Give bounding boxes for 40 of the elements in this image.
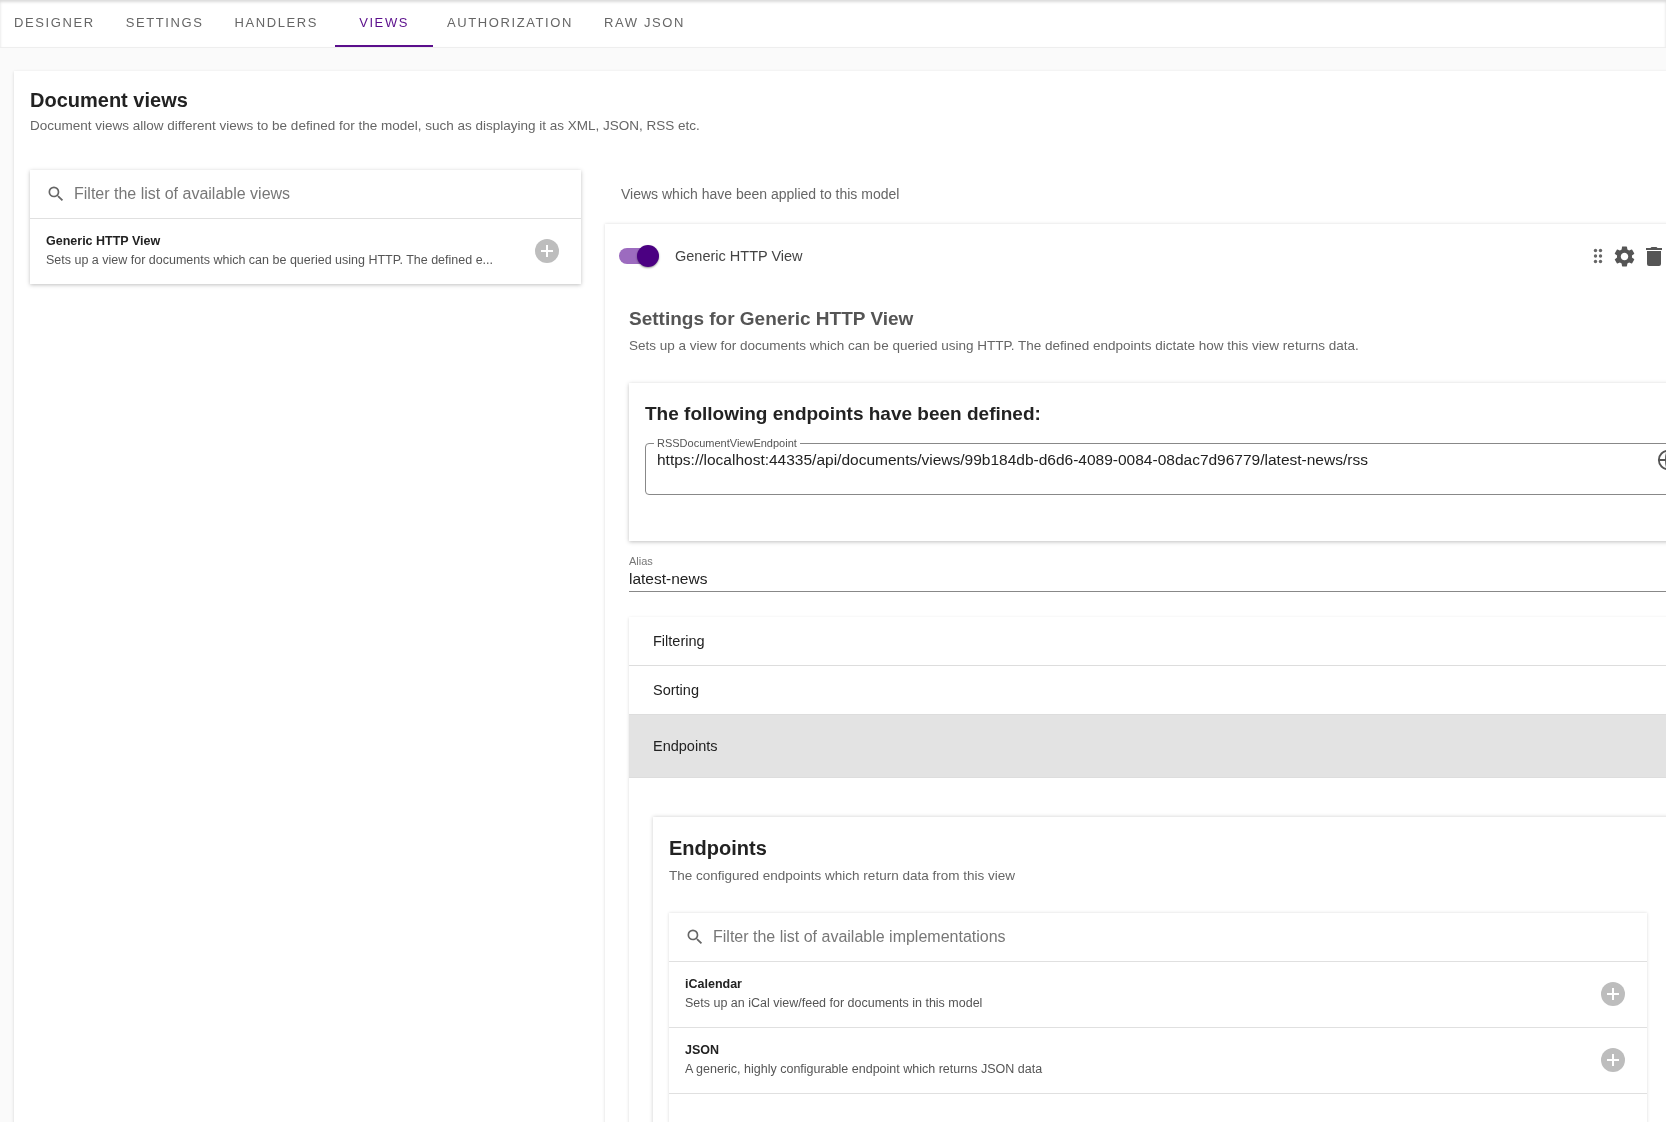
expansion-panel-header[interactable]: Endpoints <box>629 715 1666 778</box>
field-label: Alias <box>629 555 654 567</box>
search-field[interactable]: Filter the list of available views <box>30 170 581 219</box>
endpoint-url-field[interactable]: RSSDocumentViewEndpoint https://localhost:44335/api/documents/views/99b184db-d6d6-4089-0084-08dac7d96779/latest-news/rss <box>645 437 1666 495</box>
list-item[interactable]: iCalendar Sets up an iCal view/feed for documents in this model <box>669 962 1647 1028</box>
item-title: Generic HTTP View <box>46 234 162 248</box>
applied-heading: Views which have been applied to this model <box>620 185 901 204</box>
search-icon <box>46 184 66 204</box>
item-description: Sets up a view for documents which can be queried using HTTP. The defined e... <box>46 253 494 267</box>
tab[interactable]: SETTINGS <box>111 0 221 47</box>
card-title: Endpoints <box>669 837 768 860</box>
list-item[interactable]: JSON A generic, highly configurable endpoint which returns JSON data <box>669 1028 1647 1094</box>
search-field[interactable]: Filter the list of available implementations <box>669 913 1647 962</box>
tab[interactable]: HANDLERS <box>220 0 336 47</box>
settings-title: Settings for Generic HTTP View <box>629 308 915 330</box>
item-title: iCalendar <box>685 977 743 991</box>
tab[interactable]: AUTHORIZATION <box>433 0 591 47</box>
search-icon <box>685 927 705 947</box>
item-description: Sets up an iCal view/feed for documents in this model <box>685 996 984 1010</box>
tab[interactable]: VIEWS <box>335 0 434 47</box>
tab[interactable]: RAW JSON <box>590 0 702 47</box>
alias-field[interactable]: Alias latest-news <box>629 555 1666 592</box>
page-description: Document views allow different views to be defined for the model, such as displaying it as XML, JSON, RSS etc. <box>30 118 701 133</box>
field-value: https://localhost:44335/api/documents/views/99b184db-d6d6-4089-0084-08dac7d96779/latest-news/rss <box>657 451 1369 469</box>
list-item[interactable]: Generic HTTP View Sets up a view for documents which can be queried using HTTP. The defined e... <box>30 219 581 284</box>
page-title: Document views <box>30 89 189 112</box>
settings-description: Sets up a view for documents which can be queried using HTTP. The defined endpoints dictate how this view returns data. <box>629 338 1360 353</box>
field-value: latest-news <box>629 570 709 588</box>
toggle-switch[interactable] <box>619 248 657 264</box>
item-description: A generic, highly configurable endpoint which returns JSON data <box>685 1062 1044 1076</box>
view-name: Generic HTTP View <box>675 248 804 264</box>
delete-icon[interactable] <box>1646 246 1662 266</box>
card-description: The configured endpoints which return data from this view <box>669 868 1016 883</box>
card-title: The following endpoints have been defined: <box>645 403 1042 425</box>
tab[interactable]: DESIGNER <box>0 0 112 47</box>
item-title: JSON <box>685 1043 721 1057</box>
drag-handle-icon[interactable] <box>1593 248 1603 264</box>
field-label: RSSDocumentViewEndpoint <box>656 437 798 449</box>
expansion-panel-header[interactable]: Filtering <box>629 617 1666 666</box>
expansion-panel-header[interactable]: Sorting <box>629 666 1666 715</box>
